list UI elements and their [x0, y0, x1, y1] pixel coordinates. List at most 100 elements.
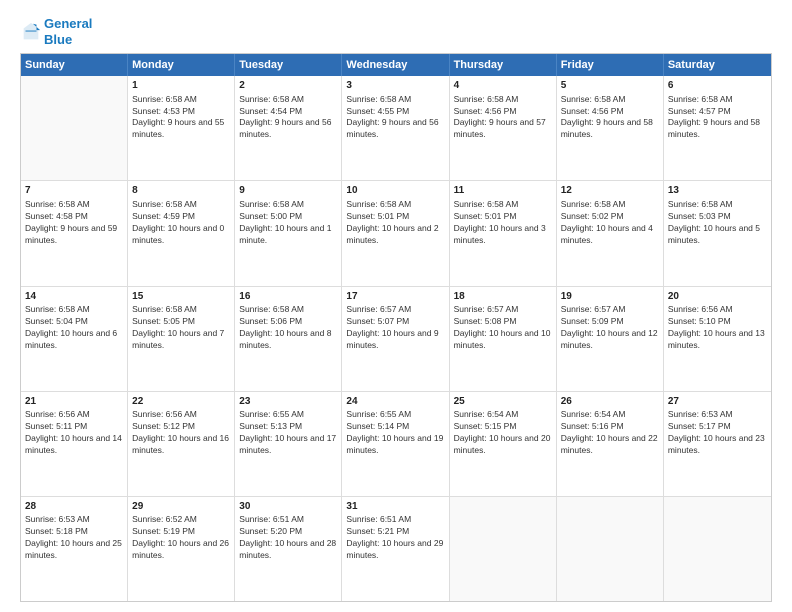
calendar-cell-w2-d3: 17Sunrise: 6:57 AMSunset: 5:07 PMDayligh…	[342, 287, 449, 391]
calendar-cell-w2-d5: 19Sunrise: 6:57 AMSunset: 5:09 PMDayligh…	[557, 287, 664, 391]
day-number: 12	[561, 184, 659, 198]
calendar-cell-w3-d4: 25Sunrise: 6:54 AMSunset: 5:15 PMDayligh…	[450, 392, 557, 496]
day-number: 29	[132, 500, 230, 514]
calendar-cell-w1-d1: 8Sunrise: 6:58 AMSunset: 4:59 PMDaylight…	[128, 181, 235, 285]
day-number: 1	[132, 79, 230, 93]
day-info: Sunrise: 6:57 AMSunset: 5:09 PMDaylight:…	[561, 304, 659, 352]
day-info: Sunrise: 6:58 AMSunset: 5:00 PMDaylight:…	[239, 199, 337, 247]
day-info: Sunrise: 6:58 AMSunset: 4:57 PMDaylight:…	[668, 94, 767, 142]
day-info: Sunrise: 6:56 AMSunset: 5:11 PMDaylight:…	[25, 409, 123, 457]
day-number: 20	[668, 290, 767, 304]
header-day-friday: Friday	[557, 54, 664, 76]
day-number: 22	[132, 395, 230, 409]
calendar-cell-w0-d0	[21, 76, 128, 180]
calendar-cell-w1-d6: 13Sunrise: 6:58 AMSunset: 5:03 PMDayligh…	[664, 181, 771, 285]
calendar-body: 1Sunrise: 6:58 AMSunset: 4:53 PMDaylight…	[21, 76, 771, 601]
day-number: 21	[25, 395, 123, 409]
logo-icon	[20, 21, 42, 43]
day-info: Sunrise: 6:53 AMSunset: 5:17 PMDaylight:…	[668, 409, 767, 457]
calendar-cell-w4-d1: 29Sunrise: 6:52 AMSunset: 5:19 PMDayligh…	[128, 497, 235, 601]
calendar-cell-w1-d5: 12Sunrise: 6:58 AMSunset: 5:02 PMDayligh…	[557, 181, 664, 285]
day-info: Sunrise: 6:51 AMSunset: 5:20 PMDaylight:…	[239, 514, 337, 562]
calendar-cell-w3-d0: 21Sunrise: 6:56 AMSunset: 5:11 PMDayligh…	[21, 392, 128, 496]
day-info: Sunrise: 6:57 AMSunset: 5:07 PMDaylight:…	[346, 304, 444, 352]
day-info: Sunrise: 6:56 AMSunset: 5:10 PMDaylight:…	[668, 304, 767, 352]
calendar-row-2: 14Sunrise: 6:58 AMSunset: 5:04 PMDayligh…	[21, 287, 771, 392]
header-day-sunday: Sunday	[21, 54, 128, 76]
calendar-cell-w0-d5: 5Sunrise: 6:58 AMSunset: 4:56 PMDaylight…	[557, 76, 664, 180]
day-info: Sunrise: 6:58 AMSunset: 5:03 PMDaylight:…	[668, 199, 767, 247]
calendar-cell-w4-d0: 28Sunrise: 6:53 AMSunset: 5:18 PMDayligh…	[21, 497, 128, 601]
day-number: 23	[239, 395, 337, 409]
day-number: 13	[668, 184, 767, 198]
header-day-thursday: Thursday	[450, 54, 557, 76]
calendar-cell-w0-d2: 2Sunrise: 6:58 AMSunset: 4:54 PMDaylight…	[235, 76, 342, 180]
day-info: Sunrise: 6:55 AMSunset: 5:13 PMDaylight:…	[239, 409, 337, 457]
day-number: 28	[25, 500, 123, 514]
day-number: 2	[239, 79, 337, 93]
day-info: Sunrise: 6:58 AMSunset: 4:58 PMDaylight:…	[25, 199, 123, 247]
calendar-cell-w0-d4: 4Sunrise: 6:58 AMSunset: 4:56 PMDaylight…	[450, 76, 557, 180]
day-number: 8	[132, 184, 230, 198]
day-number: 7	[25, 184, 123, 198]
calendar-cell-w3-d1: 22Sunrise: 6:56 AMSunset: 5:12 PMDayligh…	[128, 392, 235, 496]
calendar-cell-w3-d3: 24Sunrise: 6:55 AMSunset: 5:14 PMDayligh…	[342, 392, 449, 496]
calendar-cell-w4-d6	[664, 497, 771, 601]
day-info: Sunrise: 6:57 AMSunset: 5:08 PMDaylight:…	[454, 304, 552, 352]
day-info: Sunrise: 6:54 AMSunset: 5:16 PMDaylight:…	[561, 409, 659, 457]
day-info: Sunrise: 6:54 AMSunset: 5:15 PMDaylight:…	[454, 409, 552, 457]
day-info: Sunrise: 6:52 AMSunset: 5:19 PMDaylight:…	[132, 514, 230, 562]
day-number: 16	[239, 290, 337, 304]
calendar: SundayMondayTuesdayWednesdayThursdayFrid…	[20, 53, 772, 602]
header-day-wednesday: Wednesday	[342, 54, 449, 76]
day-number: 27	[668, 395, 767, 409]
calendar-cell-w2-d6: 20Sunrise: 6:56 AMSunset: 5:10 PMDayligh…	[664, 287, 771, 391]
day-number: 17	[346, 290, 444, 304]
calendar-cell-w3-d6: 27Sunrise: 6:53 AMSunset: 5:17 PMDayligh…	[664, 392, 771, 496]
day-info: Sunrise: 6:58 AMSunset: 5:01 PMDaylight:…	[454, 199, 552, 247]
day-info: Sunrise: 6:58 AMSunset: 5:02 PMDaylight:…	[561, 199, 659, 247]
calendar-row-0: 1Sunrise: 6:58 AMSunset: 4:53 PMDaylight…	[21, 76, 771, 181]
day-number: 31	[346, 500, 444, 514]
calendar-cell-w3-d5: 26Sunrise: 6:54 AMSunset: 5:16 PMDayligh…	[557, 392, 664, 496]
day-info: Sunrise: 6:58 AMSunset: 4:54 PMDaylight:…	[239, 94, 337, 142]
calendar-header: SundayMondayTuesdayWednesdayThursdayFrid…	[21, 54, 771, 76]
logo: General Blue	[20, 16, 92, 47]
day-info: Sunrise: 6:58 AMSunset: 5:01 PMDaylight:…	[346, 199, 444, 247]
calendar-row-1: 7Sunrise: 6:58 AMSunset: 4:58 PMDaylight…	[21, 181, 771, 286]
calendar-row-3: 21Sunrise: 6:56 AMSunset: 5:11 PMDayligh…	[21, 392, 771, 497]
day-number: 18	[454, 290, 552, 304]
calendar-cell-w4-d5	[557, 497, 664, 601]
day-number: 5	[561, 79, 659, 93]
page: General Blue SundayMondayTuesdayWednesda…	[0, 0, 792, 612]
day-info: Sunrise: 6:56 AMSunset: 5:12 PMDaylight:…	[132, 409, 230, 457]
calendar-cell-w2-d2: 16Sunrise: 6:58 AMSunset: 5:06 PMDayligh…	[235, 287, 342, 391]
calendar-row-4: 28Sunrise: 6:53 AMSunset: 5:18 PMDayligh…	[21, 497, 771, 601]
day-number: 3	[346, 79, 444, 93]
day-number: 24	[346, 395, 444, 409]
calendar-cell-w1-d0: 7Sunrise: 6:58 AMSunset: 4:58 PMDaylight…	[21, 181, 128, 285]
day-number: 11	[454, 184, 552, 198]
day-number: 9	[239, 184, 337, 198]
day-info: Sunrise: 6:53 AMSunset: 5:18 PMDaylight:…	[25, 514, 123, 562]
calendar-cell-w4-d2: 30Sunrise: 6:51 AMSunset: 5:20 PMDayligh…	[235, 497, 342, 601]
day-info: Sunrise: 6:58 AMSunset: 4:59 PMDaylight:…	[132, 199, 230, 247]
header-day-tuesday: Tuesday	[235, 54, 342, 76]
calendar-cell-w4-d3: 31Sunrise: 6:51 AMSunset: 5:21 PMDayligh…	[342, 497, 449, 601]
header-day-monday: Monday	[128, 54, 235, 76]
calendar-cell-w1-d3: 10Sunrise: 6:58 AMSunset: 5:01 PMDayligh…	[342, 181, 449, 285]
calendar-cell-w2-d4: 18Sunrise: 6:57 AMSunset: 5:08 PMDayligh…	[450, 287, 557, 391]
day-info: Sunrise: 6:58 AMSunset: 4:55 PMDaylight:…	[346, 94, 444, 142]
day-number: 30	[239, 500, 337, 514]
day-info: Sunrise: 6:58 AMSunset: 5:05 PMDaylight:…	[132, 304, 230, 352]
day-number: 19	[561, 290, 659, 304]
calendar-cell-w3-d2: 23Sunrise: 6:55 AMSunset: 5:13 PMDayligh…	[235, 392, 342, 496]
day-info: Sunrise: 6:55 AMSunset: 5:14 PMDaylight:…	[346, 409, 444, 457]
day-number: 15	[132, 290, 230, 304]
day-info: Sunrise: 6:58 AMSunset: 4:53 PMDaylight:…	[132, 94, 230, 142]
calendar-cell-w4-d4	[450, 497, 557, 601]
day-number: 6	[668, 79, 767, 93]
day-number: 10	[346, 184, 444, 198]
day-info: Sunrise: 6:58 AMSunset: 5:06 PMDaylight:…	[239, 304, 337, 352]
calendar-cell-w0-d1: 1Sunrise: 6:58 AMSunset: 4:53 PMDaylight…	[128, 76, 235, 180]
